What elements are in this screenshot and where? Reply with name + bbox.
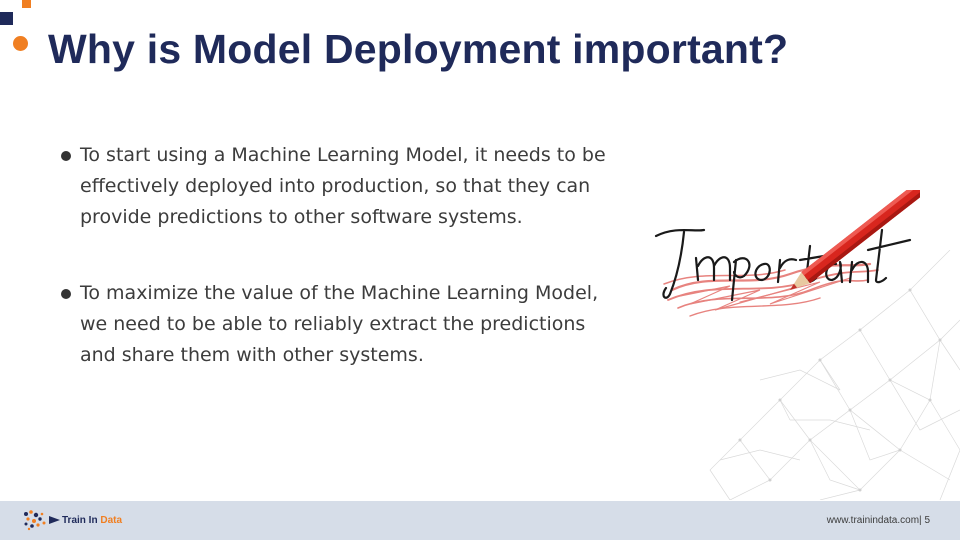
train-in-data-logo-icon [24,510,60,531]
decorative-navy-square [0,12,13,25]
decorative-orange-square [22,0,31,8]
bullet-text: To maximize the value of the Machine Lea… [80,282,599,366]
slide-title: Why is Model Deployment important? [48,26,789,72]
bullet-dot-icon [61,151,71,161]
bullet-text: To start using a Machine Learning Model,… [80,144,606,228]
bullet-item: To start using a Machine Learning Model,… [58,140,618,233]
website-url[interactable]: www.trainindata.com [827,515,919,526]
footer-info: www.trainindata.com| 5 [827,515,930,526]
footer-bar [0,501,960,540]
page-number: 5 [924,515,930,526]
logo-word-train-in: Train In [62,515,98,526]
logo-word-data: Data [100,515,123,526]
important-pencil-image [654,190,920,317]
slide: Why is Model Deployment important? To st… [0,0,960,540]
footer-separator: | [919,515,922,526]
bullet-item: To maximize the value of the Machine Lea… [58,278,618,371]
logo-text: Train In Data [62,515,122,526]
bullet-list: To start using a Machine Learning Model,… [58,140,618,371]
decorative-orange-dot [13,36,28,51]
bullet-dot-icon [61,289,71,299]
